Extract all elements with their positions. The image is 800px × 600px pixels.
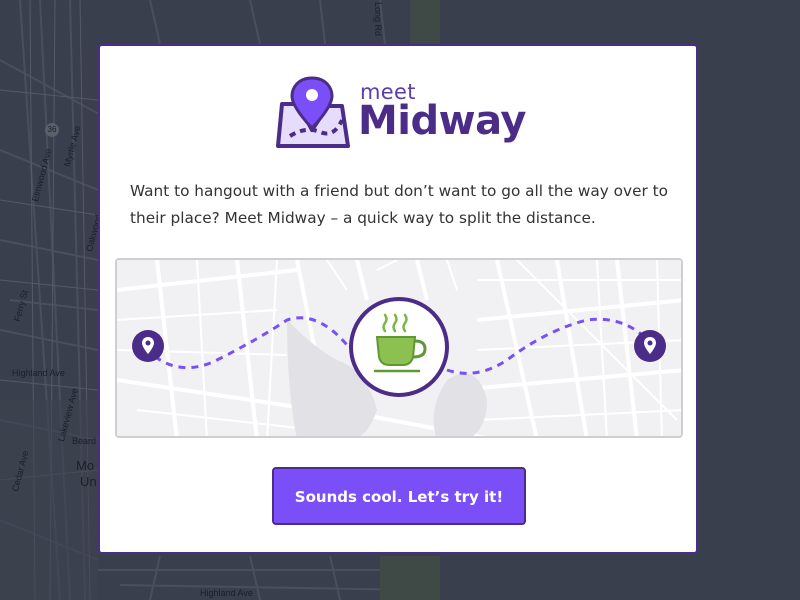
map-label: Highland Ave bbox=[200, 588, 253, 598]
route-shield: 36 bbox=[45, 123, 59, 137]
logo-wordmark: Midway bbox=[358, 98, 526, 144]
map-label: Mo bbox=[76, 458, 95, 473]
map-label: Long Rd bbox=[373, 2, 383, 37]
try-it-button[interactable]: Sounds cool. Let’s try it! bbox=[272, 467, 526, 525]
location-pin-icon bbox=[142, 337, 154, 354]
meeting-point-marker bbox=[349, 297, 449, 397]
route-map-illustration bbox=[115, 258, 683, 438]
logo: meet Midway bbox=[276, 74, 526, 154]
map-label: Un bbox=[80, 474, 97, 489]
coffee-cup-icon bbox=[373, 313, 427, 373]
end-location-pin bbox=[634, 330, 666, 362]
intro-text: Want to hangout with a friend but don’t … bbox=[130, 182, 669, 227]
start-location-pin bbox=[132, 330, 164, 362]
map-pin-route-icon bbox=[276, 76, 350, 148]
map-label: Highland Ave bbox=[12, 368, 65, 378]
welcome-modal: meet Midway Want to hangout with a frien… bbox=[98, 44, 698, 554]
location-pin-icon bbox=[644, 337, 656, 354]
map-label: Beard bbox=[72, 436, 97, 446]
